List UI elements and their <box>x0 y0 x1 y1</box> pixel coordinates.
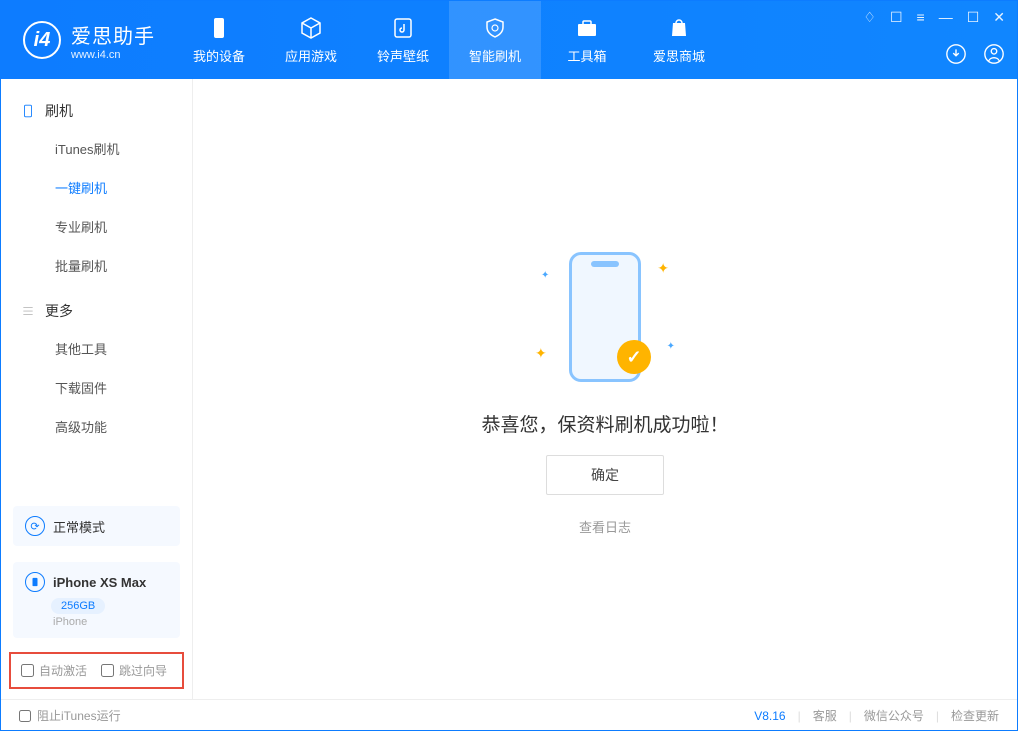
tab-store[interactable]: 爱思商城 <box>633 1 725 79</box>
user-icon[interactable] <box>983 43 1005 65</box>
mode-icon: ⟳ <box>25 516 45 536</box>
version-label: V8.16 <box>754 709 785 723</box>
download-icon[interactable] <box>945 43 967 65</box>
mode-indicator[interactable]: ⟳ 正常模式 <box>13 506 180 546</box>
sidebar-item-other-tools[interactable]: 其他工具 <box>1 329 192 368</box>
logo-icon: i4 <box>23 21 61 59</box>
success-illustration: ✦ ✦ ✦ ✦ ✓ <box>505 242 705 392</box>
view-log-link[interactable]: 查看日志 <box>579 517 631 536</box>
sidebar-item-pro-flash[interactable]: 专业刷机 <box>1 207 192 246</box>
tab-ringtone-wallpaper[interactable]: 铃声壁纸 <box>357 1 449 79</box>
footer-check-update[interactable]: 检查更新 <box>951 707 999 724</box>
device-phone-icon <box>25 572 45 592</box>
success-message: 恭喜您，保资料刷机成功啦！ <box>481 410 728 437</box>
sidebar-item-batch-flash[interactable]: 批量刷机 <box>1 246 192 285</box>
feedback-icon[interactable]: ☐ <box>890 9 903 26</box>
tab-toolbox[interactable]: 工具箱 <box>541 1 633 79</box>
sidebar-item-advanced[interactable]: 高级功能 <box>1 407 192 446</box>
minimize-button[interactable]: — <box>939 9 953 26</box>
device-name: iPhone XS Max <box>53 575 146 590</box>
list-icon <box>21 304 35 318</box>
sidebar: 刷机 iTunes刷机 一键刷机 专业刷机 批量刷机 更多 其他工具 下载固件 … <box>1 79 193 699</box>
toolbox-icon <box>575 16 599 40</box>
footer-wechat[interactable]: 微信公众号 <box>864 707 924 724</box>
flash-options-highlighted: 自动激活 跳过向导 <box>9 652 184 689</box>
footer-customer-service[interactable]: 客服 <box>813 707 837 724</box>
device-info[interactable]: iPhone XS Max 256GB iPhone <box>13 562 180 638</box>
maximize-button[interactable]: ☐ <box>967 9 980 26</box>
tab-my-device[interactable]: 我的设备 <box>173 1 265 79</box>
checkmark-badge-icon: ✓ <box>617 340 651 374</box>
tshirt-icon[interactable]: ♢ <box>863 9 876 26</box>
checkbox-skip-guide[interactable]: 跳过向导 <box>101 662 167 679</box>
tab-smart-flash[interactable]: 智能刷机 <box>449 1 541 79</box>
menu-icon[interactable]: ≡ <box>917 9 925 26</box>
status-bar: 阻止iTunes运行 V8.16 | 客服 | 微信公众号 | 检查更新 <box>1 699 1017 731</box>
cube-icon <box>299 16 323 40</box>
phone-icon <box>207 16 231 40</box>
close-button[interactable]: ✕ <box>993 9 1005 26</box>
sidebar-item-oneclick-flash[interactable]: 一键刷机 <box>1 168 192 207</box>
device-icon <box>21 104 35 118</box>
sidebar-section-more: 更多 <box>1 293 192 329</box>
music-note-icon <box>391 16 415 40</box>
checkbox-auto-activate[interactable]: 自动激活 <box>21 662 87 679</box>
ok-button[interactable]: 确定 <box>546 455 664 495</box>
refresh-shield-icon <box>483 16 507 40</box>
checkbox-block-itunes[interactable]: 阻止iTunes运行 <box>19 707 121 724</box>
window-controls: ♢ ☐ ≡ — ☐ ✕ <box>863 9 1005 26</box>
sidebar-item-download-firmware[interactable]: 下载固件 <box>1 368 192 407</box>
tab-apps-games[interactable]: 应用游戏 <box>265 1 357 79</box>
device-type: iPhone <box>53 616 168 628</box>
sidebar-section-flash: 刷机 <box>1 93 192 129</box>
app-name-cn: 爱思助手 <box>71 20 155 49</box>
sidebar-item-itunes-flash[interactable]: iTunes刷机 <box>1 129 192 168</box>
bag-icon <box>667 16 691 40</box>
app-header: i4 爱思助手 www.i4.cn 我的设备 应用游戏 铃声壁纸 智能刷机 工具… <box>1 1 1017 79</box>
main-content: ✦ ✦ ✦ ✦ ✓ 恭喜您，保资料刷机成功啦！ 确定 查看日志 <box>193 79 1017 699</box>
app-name-en: www.i4.cn <box>71 49 155 61</box>
device-storage-badge: 256GB <box>51 598 105 614</box>
main-tabs: 我的设备 应用游戏 铃声壁纸 智能刷机 工具箱 爱思商城 <box>173 1 725 79</box>
logo: i4 爱思助手 www.i4.cn <box>1 20 173 61</box>
